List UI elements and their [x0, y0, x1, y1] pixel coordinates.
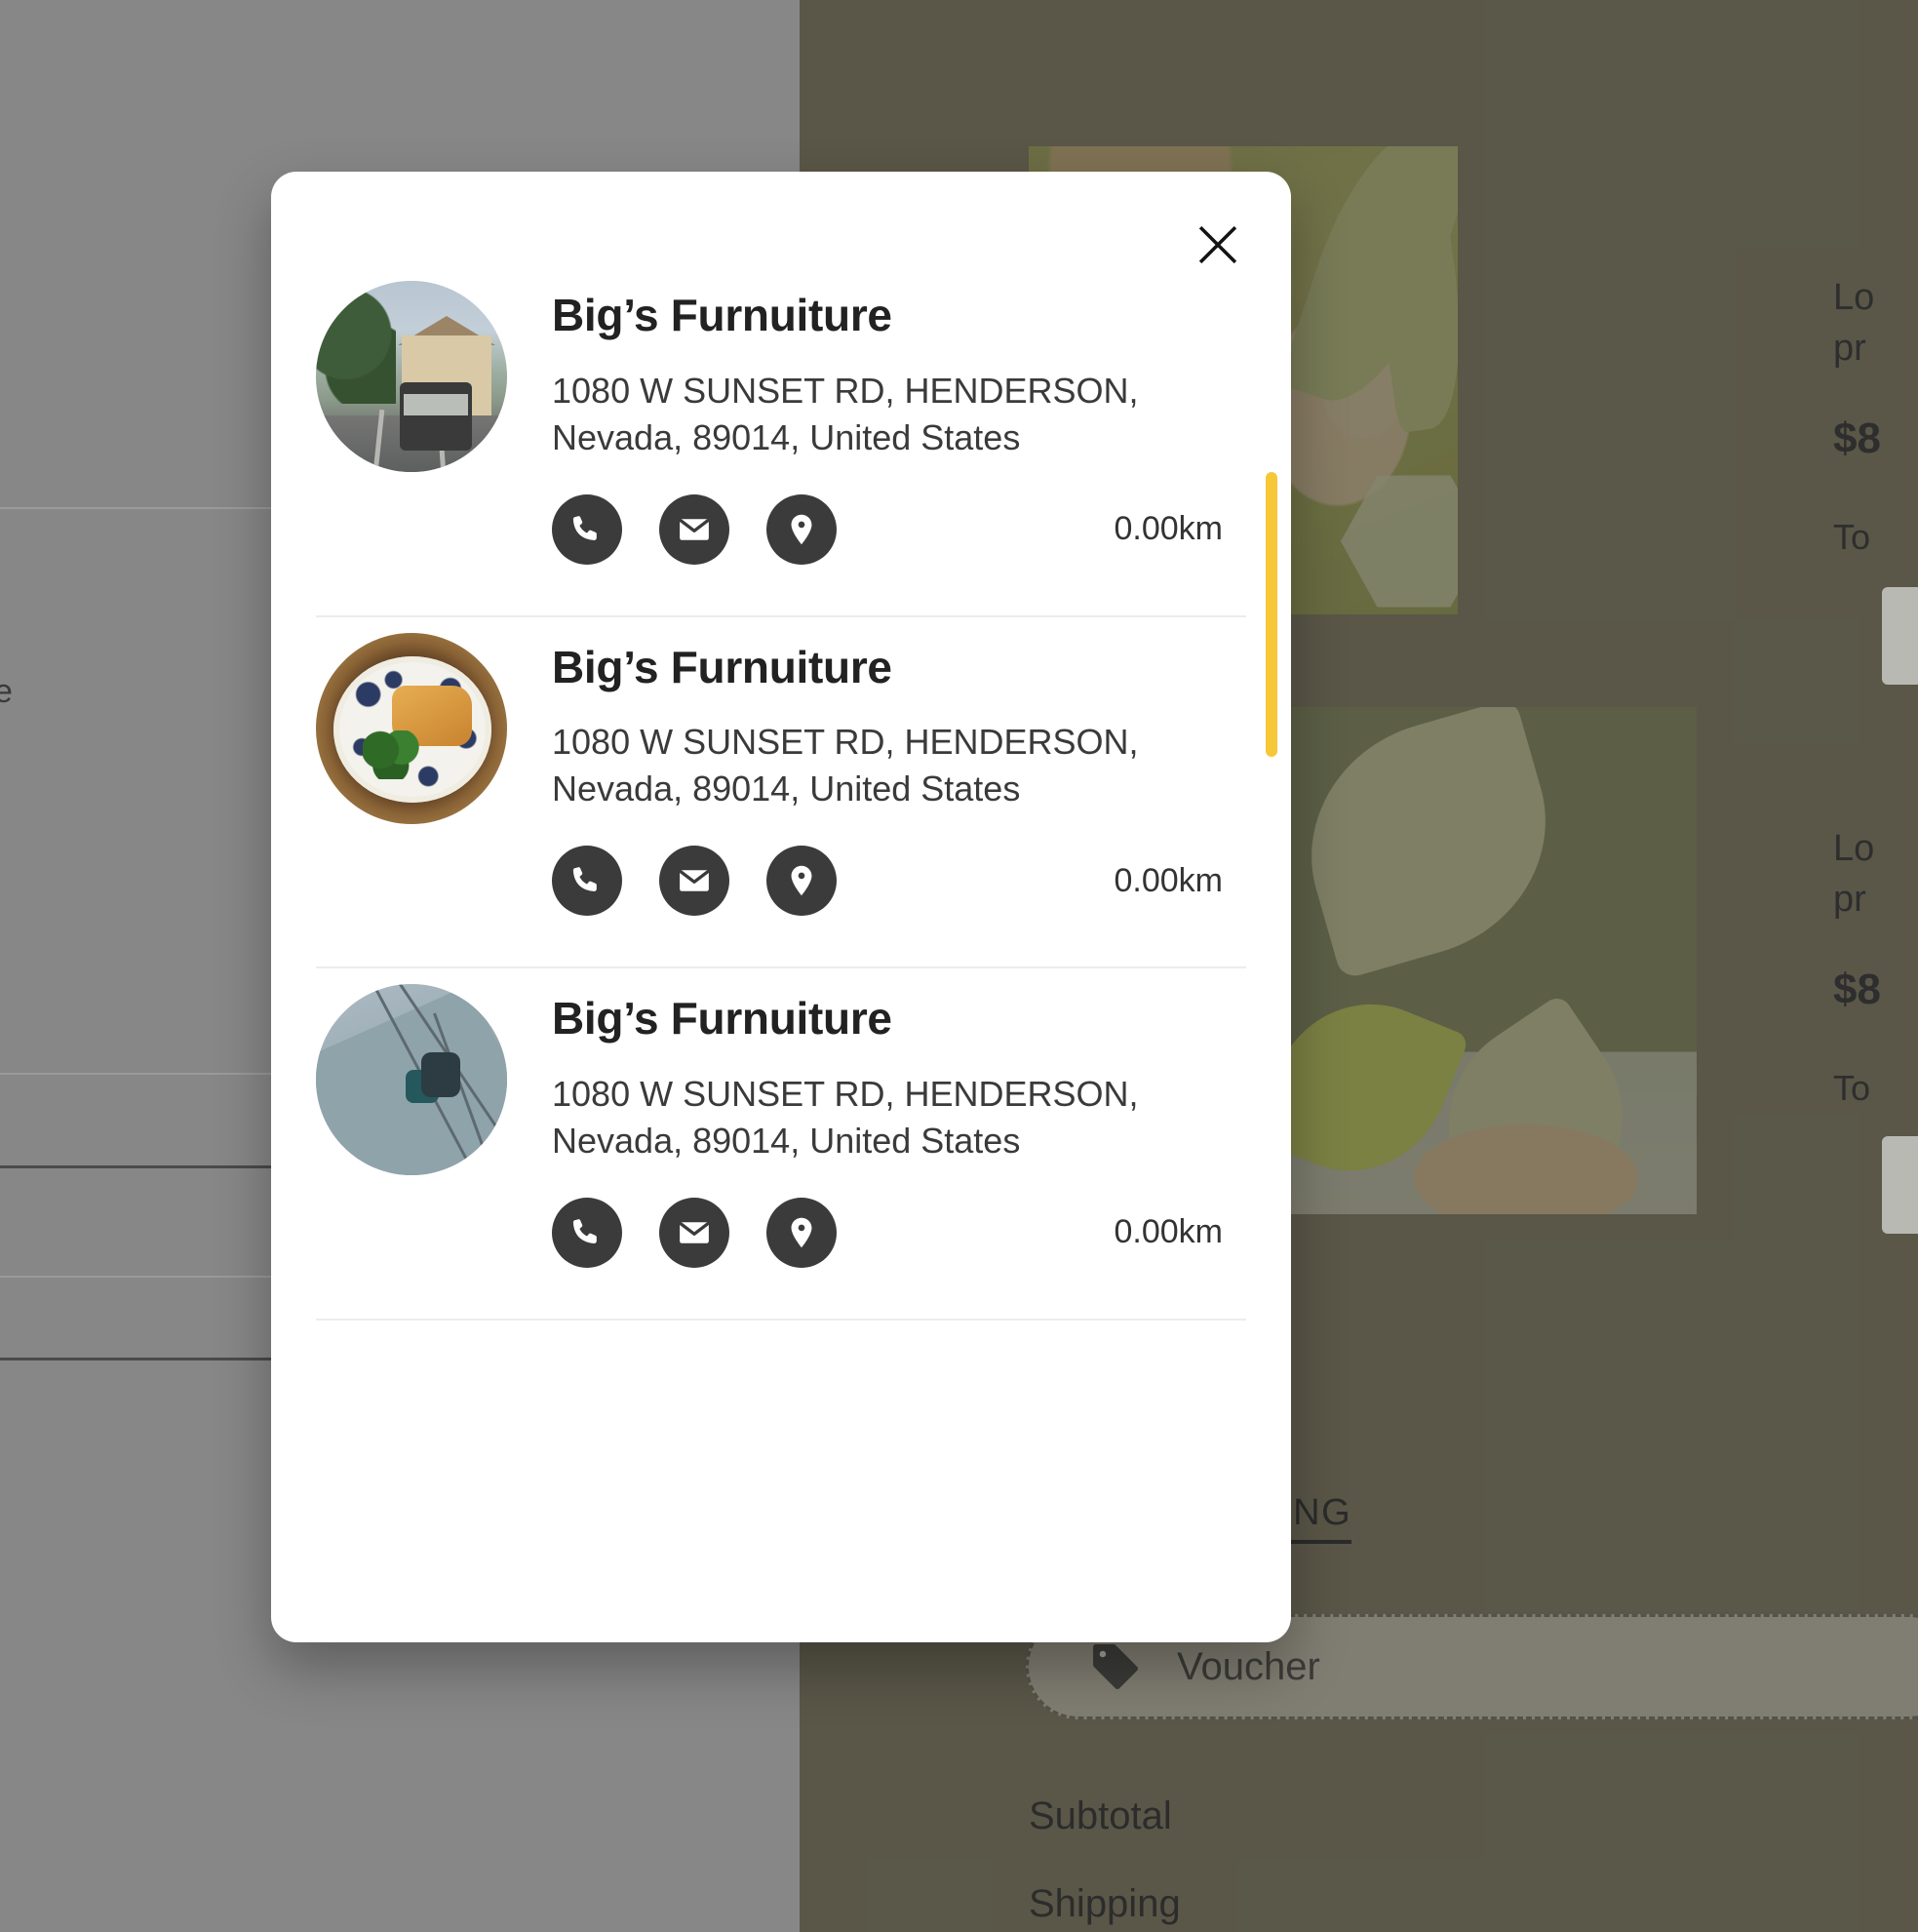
phone-icon[interactable] [552, 846, 622, 917]
page-root: e Lo pr $8 To Lo pr $8 To PING Voucher S… [0, 0, 1918, 1932]
store-name: Big’s Furnuiture [552, 641, 892, 692]
cart-item-total-label: To [1833, 1068, 1871, 1108]
location-pin-icon-glyph [791, 865, 812, 896]
summary-label-shipping: Shipping [1029, 1882, 1181, 1925]
cart-item-total-label: To [1833, 517, 1871, 557]
store-details: Big’s Furnuiture 1080 W SUNSET RD, HENDE… [552, 984, 1246, 1268]
tram-shape [400, 382, 472, 451]
store-locator-modal: Big’s Furnuiture 1080 W SUNSET RD, HENDE… [271, 172, 1291, 1642]
tree-shape [316, 287, 396, 404]
location-pin-icon[interactable] [766, 493, 837, 565]
location-pin-icon[interactable] [766, 1197, 837, 1268]
avatar-photo-art [316, 632, 507, 824]
store-address: 1080 W SUNSET RD, HENDERSON, Nevada, 890… [552, 1073, 1139, 1161]
parsley-shape [363, 729, 421, 779]
store-address: 1080 W SUNSET RD, HENDERSON, Nevada, 890… [552, 370, 1139, 457]
tag-icon [1093, 1644, 1138, 1689]
envelope-icon-glyph [679, 518, 710, 540]
tram-window-shape [404, 394, 468, 415]
phone-icon[interactable] [552, 493, 622, 565]
store-details: Big’s Furnuiture 1080 W SUNSET RD, HENDE… [552, 633, 1246, 917]
scrollbar-thumb[interactable] [1266, 472, 1277, 757]
phone-icon[interactable] [552, 1197, 622, 1268]
store-list: Big’s Furnuiture 1080 W SUNSET RD, HENDE… [316, 273, 1246, 1321]
close-icon[interactable] [1186, 213, 1250, 277]
quantity-stepper[interactable] [1882, 587, 1918, 685]
list-item[interactable]: Big’s Furnuiture 1080 W SUNSET RD, HENDE… [316, 617, 1246, 969]
phone-icon-glyph [572, 515, 597, 540]
store-avatar [316, 632, 507, 824]
close-icon-glyph [1198, 225, 1237, 264]
envelope-icon-glyph [679, 1222, 710, 1243]
store-distance: 0.00km [1114, 510, 1224, 548]
list-item[interactable]: Big’s Furnuiture 1080 W SUNSET RD, HENDE… [316, 273, 1246, 617]
envelope-icon[interactable] [659, 1197, 729, 1268]
list-item[interactable]: Big’s Furnuiture 1080 W SUNSET RD, HENDE… [316, 968, 1246, 1321]
location-pin-icon-glyph [791, 1217, 812, 1247]
cart-item-title-line2: pr [1833, 879, 1866, 920]
cart-item-price: $8 [1833, 414, 1881, 462]
avatar-photo-art [316, 984, 507, 1176]
envelope-icon[interactable] [659, 846, 729, 917]
envelope-icon-glyph [679, 870, 710, 891]
phone-icon-glyph [572, 1218, 597, 1243]
scrollbar-track[interactable] [1266, 291, 1277, 1623]
store-distance: 0.00km [1114, 861, 1224, 899]
store-actions: 0.00km [552, 1197, 1246, 1268]
avatar-photo-art [316, 281, 507, 472]
climber-shape [421, 1052, 460, 1098]
background-left-text-fragment: e [0, 673, 14, 710]
store-distance: 0.00km [1114, 1213, 1224, 1251]
store-name: Big’s Furnuiture [552, 290, 892, 340]
store-list-scroll-area[interactable]: Big’s Furnuiture 1080 W SUNSET RD, HENDE… [271, 273, 1291, 1642]
location-pin-icon[interactable] [766, 846, 837, 917]
cart-item-title-line1: Lo [1833, 828, 1875, 869]
phone-icon-glyph [572, 867, 597, 892]
store-details: Big’s Furnuiture 1080 W SUNSET RD, HENDE… [552, 281, 1246, 565]
summary-label-subtotal: Subtotal [1029, 1794, 1172, 1837]
store-actions: 0.00km [552, 493, 1246, 565]
store-avatar [316, 984, 507, 1176]
voucher-placeholder: Voucher [1177, 1644, 1320, 1688]
quantity-stepper[interactable] [1882, 1136, 1918, 1234]
store-avatar [316, 281, 507, 472]
cart-item-title-line1: Lo [1833, 277, 1875, 318]
cart-item-title-line2: pr [1833, 328, 1866, 369]
envelope-icon[interactable] [659, 493, 729, 565]
store-name: Big’s Furnuiture [552, 993, 892, 1045]
cart-item-price: $8 [1833, 966, 1881, 1013]
store-address: 1080 W SUNSET RD, HENDERSON, Nevada, 890… [552, 722, 1139, 809]
store-actions: 0.00km [552, 846, 1246, 917]
location-pin-icon-glyph [791, 514, 812, 544]
